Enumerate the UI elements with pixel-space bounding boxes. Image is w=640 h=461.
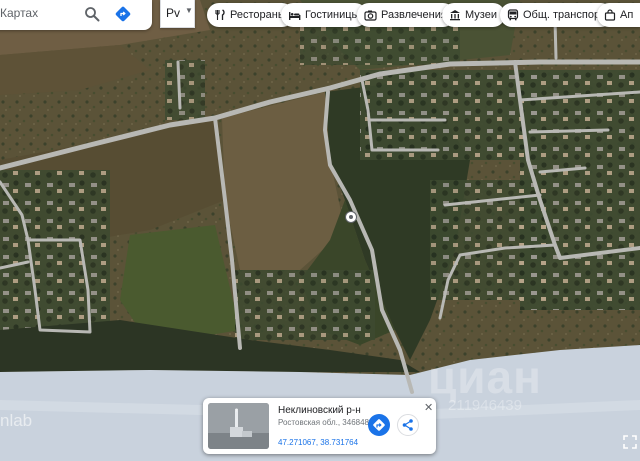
- chip-label: Развлечения: [381, 9, 447, 21]
- watermark-id: 211946439: [448, 397, 522, 414]
- watermark-logo: циан: [428, 351, 542, 403]
- search-bar[interactable]: Картах: [0, 0, 152, 30]
- chip-entertainment[interactable]: Развлечения: [357, 3, 455, 27]
- fork-knife-icon: [215, 9, 225, 20]
- museum-icon: [450, 10, 460, 21]
- shopping-bag-icon: [604, 9, 616, 21]
- chip-public-transport[interactable]: Общ. транспорт: [500, 3, 613, 27]
- search-icon[interactable]: [84, 6, 100, 22]
- chip-label: Музеи: [465, 9, 497, 21]
- directions-arrow-icon: [373, 419, 385, 431]
- share-icon: [402, 419, 413, 431]
- search-input[interactable]: Картах: [0, 6, 38, 20]
- close-icon[interactable]: ✕: [424, 401, 433, 414]
- expand-icon[interactable]: [622, 434, 638, 450]
- bus-icon: [507, 9, 519, 21]
- chip-label: Ап: [620, 9, 634, 21]
- place-coordinates[interactable]: 47.271067, 38.731764: [278, 438, 358, 447]
- chip-museums[interactable]: Музеи: [442, 3, 505, 27]
- layer-selector-label: Рv: [166, 6, 181, 20]
- place-card[interactable]: Неклиновский р-н Ростовская обл., 346848…: [203, 398, 436, 454]
- chip-label: Рестораны: [230, 9, 286, 21]
- chip-label: Общ. транспорт: [523, 9, 605, 21]
- chip-label: Гостиницы: [305, 9, 360, 21]
- monument-icon: [208, 403, 269, 449]
- share-button[interactable]: [397, 414, 419, 436]
- directions-icon[interactable]: [115, 6, 131, 22]
- satellite-map[interactable]: [0, 0, 640, 461]
- camera-icon: [364, 10, 377, 21]
- place-thumbnail[interactable]: [208, 403, 269, 449]
- directions-button[interactable]: [368, 414, 390, 436]
- chip-hotels[interactable]: Гостиницы: [281, 3, 368, 27]
- corner-label: nlab: [0, 411, 33, 430]
- chip-pharmacies[interactable]: Ап: [597, 3, 640, 27]
- bed-icon: [289, 12, 301, 20]
- caret-down-icon: ▼: [185, 6, 193, 15]
- layer-selector[interactable]: Рv ▼: [160, 0, 195, 28]
- place-title: Неклиновский р-н: [278, 405, 361, 416]
- place-address: Ростовская обл., 346848: [278, 418, 369, 427]
